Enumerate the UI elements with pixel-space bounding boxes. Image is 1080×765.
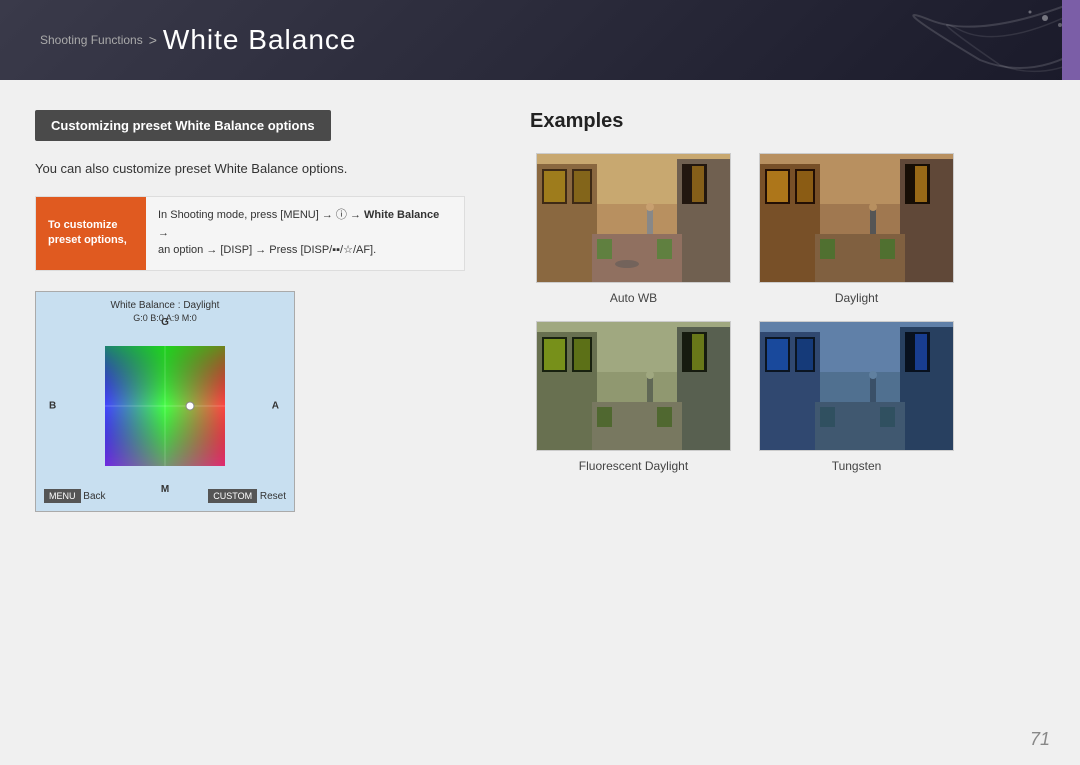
wb-label-b: B <box>49 400 56 411</box>
instruction-label: To customizepreset options, <box>36 197 146 270</box>
example-image-daylight <box>759 153 954 283</box>
caption-auto-wb: Auto WB <box>610 291 657 305</box>
example-auto-wb: Auto WB <box>530 153 737 305</box>
example-daylight: Daylight <box>753 153 960 305</box>
wb-label-g: G <box>161 317 169 328</box>
page-number: 71 <box>1030 729 1050 750</box>
menu-back-group: MENU Back <box>44 489 106 503</box>
caption-daylight: Daylight <box>835 291 878 305</box>
description-text: You can also customize preset White Bala… <box>35 161 465 176</box>
wb-label-m: M <box>161 484 169 495</box>
menu-button[interactable]: MENU <box>44 489 81 503</box>
examples-grid: Auto WB <box>530 153 960 473</box>
street-image-tungsten <box>760 322 954 451</box>
breadcrumb: Shooting Functions <box>40 33 143 47</box>
caption-tungsten: Tungsten <box>832 459 882 473</box>
back-label: Back <box>83 491 105 502</box>
right-panel: Examples <box>500 80 1080 765</box>
page-title: White Balance <box>163 24 357 56</box>
example-image-auto-wb <box>536 153 731 283</box>
breadcrumb-separator: > <box>149 32 157 48</box>
street-image-daylight <box>760 154 954 283</box>
example-image-tungsten <box>759 321 954 451</box>
instruction-box: To customizepreset options, In Shooting … <box>35 196 465 271</box>
custom-button[interactable]: CUSTOM <box>208 489 257 503</box>
header-decoration <box>780 0 1080 80</box>
wb-diagram: White Balance : Daylight G:0 B:0 A:9 M:0… <box>35 291 295 512</box>
color-grid-svg <box>100 341 230 471</box>
instruction-content: In Shooting mode, press [MENU] → ⓘ → Whi… <box>146 197 464 270</box>
example-image-fluorescent <box>536 321 731 451</box>
wb-label-a: A <box>272 400 279 411</box>
street-image-fluorescent <box>537 322 731 451</box>
example-fluorescent: Fluorescent Daylight <box>530 321 737 473</box>
custom-reset-group: CUSTOM Reset <box>208 489 286 503</box>
wb-diagram-title: White Balance : Daylight <box>44 300 286 311</box>
section-title: Customizing preset White Balance options <box>35 110 331 141</box>
street-image-auto-wb <box>537 154 731 283</box>
purple-tab <box>1062 0 1080 80</box>
reset-label: Reset <box>260 491 286 502</box>
caption-fluorescent: Fluorescent Daylight <box>579 459 688 473</box>
main-content: Customizing preset White Balance options… <box>0 80 1080 765</box>
header: Shooting Functions > White Balance <box>0 0 1080 80</box>
left-panel: Customizing preset White Balance options… <box>0 80 500 765</box>
examples-title: Examples <box>530 110 1050 133</box>
example-tungsten: Tungsten <box>753 321 960 473</box>
